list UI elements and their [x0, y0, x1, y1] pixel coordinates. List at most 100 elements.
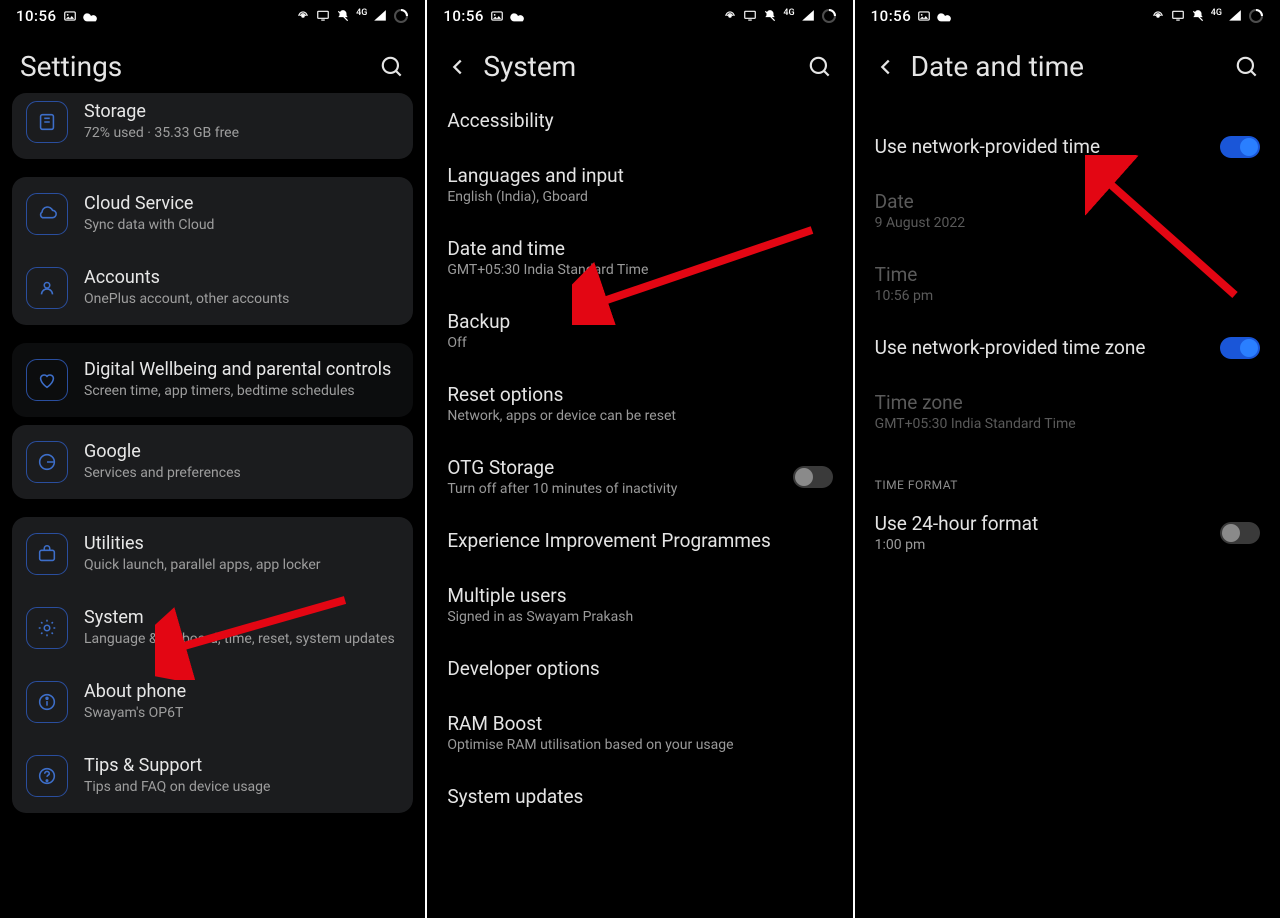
group-storage: Storage 72% used · 35.33 GB free: [12, 93, 413, 159]
row-google[interactable]: Google Services and preferences: [12, 425, 413, 499]
timezone-title: Time zone: [875, 391, 1260, 414]
network-tag: 4G: [1211, 8, 1222, 18]
time-title: Time: [875, 263, 1260, 286]
time-value: 10:56 pm: [875, 288, 1260, 304]
row-wellbeing[interactable]: Digital Wellbeing and parental controls …: [12, 343, 413, 417]
network-time-toggle[interactable]: [1220, 136, 1260, 158]
search-button[interactable]: [1234, 54, 1260, 80]
row-backup[interactable]: Backup Off: [433, 294, 846, 367]
row-multiusers[interactable]: Multiple users Signed in as Swayam Praka…: [433, 568, 846, 641]
google-title: Google: [84, 441, 399, 462]
row-system[interactable]: System Language & keyboard, time, reset,…: [12, 591, 413, 665]
wellbeing-title: Digital Wellbeing and parental controls: [84, 359, 399, 380]
hotspot-icon: [296, 9, 310, 23]
google-icon: [26, 441, 68, 483]
row-tips[interactable]: Tips & Support Tips and FAQ on device us…: [12, 739, 413, 813]
status-time: 10:56: [871, 7, 912, 25]
wellbeing-sub: Screen time, app timers, bedtime schedul…: [84, 382, 399, 400]
row-otg[interactable]: OTG Storage Turn off after 10 minutes of…: [433, 440, 846, 513]
developer-title: Developer options: [447, 657, 832, 680]
row-network-zone[interactable]: Use network-provided time zone: [861, 320, 1274, 375]
row-developer[interactable]: Developer options: [433, 641, 846, 696]
accounts-title: Accounts: [84, 267, 399, 288]
phone-settings: 10:56 4G Settings Storage 72% use: [0, 0, 425, 918]
back-button[interactable]: [447, 56, 469, 78]
row-reset[interactable]: Reset options Network, apps or device ca…: [433, 367, 846, 440]
row-systemupdates[interactable]: System updates: [433, 769, 846, 824]
about-title: About phone: [84, 681, 399, 702]
utilities-title: Utilities: [84, 533, 399, 554]
row-network-time[interactable]: Use network-provided time: [861, 119, 1274, 174]
system-title: System: [84, 607, 399, 628]
cloud-icon: [937, 10, 953, 22]
about-sub: Swayam's OP6T: [84, 704, 399, 722]
row-date: Date 9 August 2022: [861, 174, 1274, 247]
multi-title: Multiple users: [447, 584, 832, 607]
phone-system: 10:56 4G System Accessibility: [427, 0, 852, 918]
accounts-sub: OnePlus account, other accounts: [84, 290, 399, 308]
row-datetime[interactable]: Date and time GMT+05:30 India Standard T…: [433, 221, 846, 294]
row-accounts[interactable]: Accounts OnePlus account, other accounts: [12, 251, 413, 325]
gear-icon: [26, 607, 68, 649]
cloud-icon: [26, 193, 68, 235]
row-languages[interactable]: Languages and input English (India), Gbo…: [433, 148, 846, 221]
row-cloud[interactable]: Cloud Service Sync data with Cloud: [12, 177, 413, 251]
otg-toggle[interactable]: [793, 466, 833, 488]
ram-sub: Optimise RAM utilisation based on your u…: [447, 737, 832, 753]
search-button[interactable]: [807, 54, 833, 80]
chevron-left-icon: [447, 56, 469, 78]
row-about[interactable]: About phone Swayam's OP6T: [12, 665, 413, 739]
storage-title: Storage: [84, 101, 399, 122]
info-icon: [26, 681, 68, 723]
row-utilities[interactable]: Utilities Quick launch, parallel apps, a…: [12, 517, 413, 591]
hr24-sub: 1:00 pm: [875, 537, 1210, 553]
languages-title: Languages and input: [447, 164, 832, 187]
search-button[interactable]: [379, 54, 405, 80]
accounts-icon: [26, 267, 68, 309]
backup-title: Backup: [447, 310, 832, 333]
reset-title: Reset options: [447, 383, 832, 406]
status-time: 10:56: [16, 7, 57, 25]
search-icon: [1234, 54, 1260, 80]
row-storage[interactable]: Storage 72% used · 35.33 GB free: [12, 93, 413, 159]
heart-icon: [26, 359, 68, 401]
network-tag: 4G: [356, 8, 367, 18]
cloud-icon: [510, 10, 526, 22]
group-system: Utilities Quick launch, parallel apps, a…: [12, 517, 413, 813]
otg-title: OTG Storage: [447, 456, 782, 479]
row-ramboost[interactable]: RAM Boost Optimise RAM utilisation based…: [433, 696, 846, 769]
status-bar: 10:56 4G: [0, 0, 425, 32]
row-timezone: Time zone GMT+05:30 India Standard Time: [861, 375, 1274, 448]
tips-title: Tips & Support: [84, 755, 399, 776]
status-bar: 10:56 4G: [855, 0, 1280, 32]
languages-sub: English (India), Gboard: [447, 189, 832, 205]
network-tag: 4G: [783, 8, 794, 18]
signal-icon: [373, 9, 387, 23]
backup-sub: Off: [447, 335, 832, 351]
signal-icon: [801, 9, 815, 23]
back-button[interactable]: [875, 56, 897, 78]
storage-icon: [26, 101, 68, 143]
hr24-toggle[interactable]: [1220, 522, 1260, 544]
time-format-section: TIME FORMAT: [861, 462, 1274, 496]
row-time: Time 10:56 pm: [861, 247, 1274, 320]
timezone-value: GMT+05:30 India Standard Time: [875, 416, 1260, 432]
page-title: System: [483, 50, 576, 83]
reset-sub: Network, apps or device can be reset: [447, 408, 832, 424]
row-accessibility[interactable]: Accessibility: [433, 93, 846, 148]
utilities-sub: Quick launch, parallel apps, app locker: [84, 556, 399, 574]
page-title: Date and time: [911, 50, 1084, 83]
cast-icon: [743, 9, 757, 23]
mute-icon: [1191, 9, 1205, 23]
row-24h[interactable]: Use 24-hour format 1:00 pm: [861, 496, 1274, 569]
google-sub: Services and preferences: [84, 464, 399, 482]
help-icon: [26, 755, 68, 797]
datetime-title: Date and time: [447, 237, 832, 260]
sysupd-title: System updates: [447, 785, 832, 808]
image-indicator-icon: [63, 9, 77, 23]
cloud-icon: [83, 10, 99, 22]
row-experience[interactable]: Experience Improvement Programmes: [433, 513, 846, 568]
network-zone-toggle[interactable]: [1220, 337, 1260, 359]
hr24-title: Use 24-hour format: [875, 512, 1210, 535]
page-title: Settings: [20, 50, 122, 83]
